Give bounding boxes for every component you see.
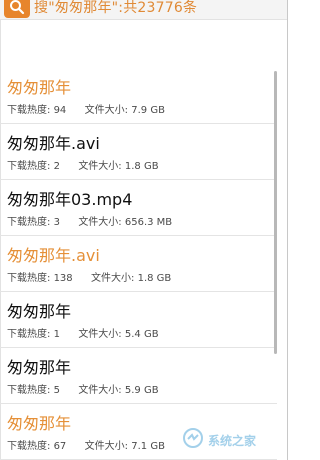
item-title: 匆匆那年.avi [7, 246, 100, 265]
size-label: 文件大小: [84, 105, 129, 116]
search-result-title: 搜"匆匆那年":共23776条 [34, 0, 198, 16]
item-meta: 下载热度: 5 文件大小: 5.9 GB [7, 381, 159, 396]
list-item[interactable]: 匆匆那年 下载热度: 94 文件大小: 7.9 GB [0, 68, 277, 124]
downloads-label: 下载热度: [7, 441, 51, 452]
size-label: 文件大小: [78, 329, 122, 340]
item-meta: 下载热度: 1 文件大小: 5.4 GB [7, 325, 159, 340]
downloads-value: 138 [53, 273, 73, 284]
downloads-value: 67 [53, 441, 67, 452]
item-title: 匆匆那年03.mp4 [7, 190, 133, 209]
downloads-value: 2 [53, 161, 60, 172]
size-value: 7.1 GB [131, 441, 165, 452]
list-item[interactable]: 匆匆那年03.mp4 下载热度: 3 文件大小: 656.3 MB [0, 180, 277, 236]
size-value: 1.8 GB [124, 161, 159, 172]
item-title: 匆匆那年 [7, 358, 72, 377]
item-title: 匆匆那年.avi [7, 134, 100, 153]
list-item[interactable]: 匆匆那年 下载热度: 5 文件大小: 5.9 GB [0, 348, 277, 404]
item-meta: 下载热度: 3 文件大小: 656.3 MB [7, 213, 172, 228]
size-label: 文件大小: [91, 273, 135, 284]
size-value: 7.9 GB [131, 105, 165, 116]
item-title: 匆匆那年 [7, 302, 72, 321]
downloads-label: 下载热度: [7, 329, 51, 340]
downloads-label: 下载热度: [7, 217, 51, 228]
size-label: 文件大小: [78, 385, 122, 396]
downloads-value: 3 [53, 217, 60, 228]
list-item[interactable]: 匆匆那年.avi 下载热度: 2 文件大小: 1.8 GB [0, 124, 277, 180]
downloads-value: 5 [53, 385, 60, 396]
size-value: 5.9 GB [124, 385, 159, 396]
result-list: 匆匆那年 下载热度: 94 文件大小: 7.9 GB 匆匆那年.avi 下载热度… [0, 68, 277, 460]
watermark: 系统之家 [182, 426, 282, 454]
item-meta: 下载热度: 2 文件大小: 1.8 GB [7, 157, 159, 172]
downloads-label: 下载热度: [7, 385, 51, 396]
size-label: 文件大小: [84, 441, 129, 452]
search-header: 搜"匆匆那年":共23776条 [0, 0, 287, 20]
watermark-logo-icon [182, 427, 204, 453]
downloads-label: 下载热度: [7, 105, 51, 116]
item-meta: 下载热度: 138 文件大小: 1.8 GB [7, 269, 171, 284]
size-label: 文件大小: [78, 161, 122, 172]
item-title: 匆匆那年 [7, 414, 72, 433]
size-value: 1.8 GB [137, 273, 172, 284]
scrollbar[interactable] [274, 71, 277, 354]
downloads-label: 下载热度: [7, 161, 51, 172]
item-meta: 下载热度: 67 文件大小: 7.1 GB [7, 437, 165, 452]
size-label: 文件大小: [78, 217, 122, 228]
size-value: 5.4 GB [124, 329, 159, 340]
list-item[interactable]: 匆匆那年.avi 下载热度: 138 文件大小: 1.8 GB [0, 236, 277, 292]
search-icon[interactable] [4, 0, 30, 18]
right-border [287, 0, 288, 460]
item-meta: 下载热度: 94 文件大小: 7.9 GB [7, 101, 165, 116]
watermark-text: 系统之家 [208, 433, 257, 448]
downloads-value: 1 [53, 329, 60, 340]
downloads-value: 94 [53, 105, 67, 116]
item-title: 匆匆那年 [7, 78, 72, 97]
downloads-label: 下载热度: [7, 273, 51, 284]
list-item[interactable]: 匆匆那年 下载热度: 1 文件大小: 5.4 GB [0, 292, 277, 348]
size-value: 656.3 MB [124, 217, 173, 228]
